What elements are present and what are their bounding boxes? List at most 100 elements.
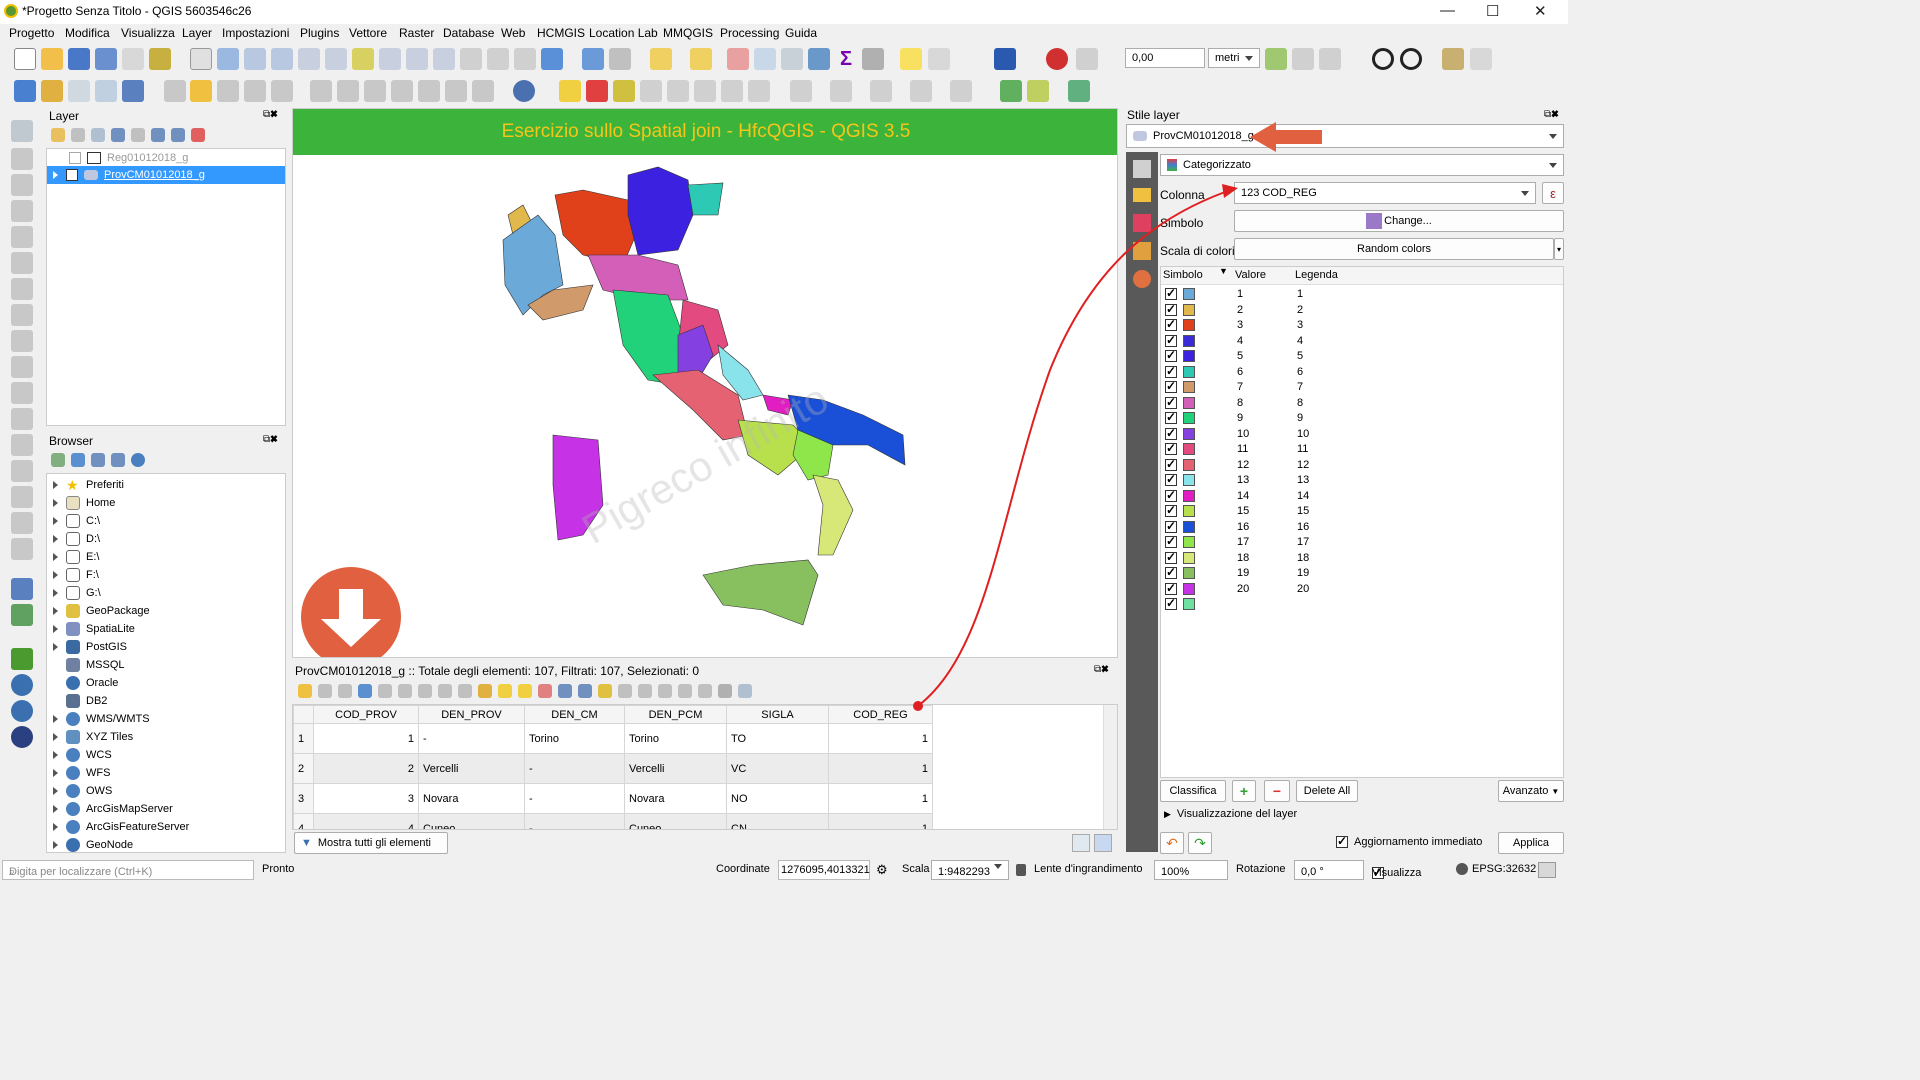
digitize-tool-12-icon[interactable] [11,408,33,430]
browser-item[interactable]: WCS [53,746,112,764]
reload-icon[interactable] [358,684,372,698]
table-row[interactable]: 2 2 Vercelli - Vercelli VC 1 [293,753,933,784]
delete-field-icon[interactable] [658,684,672,698]
diagram-icon[interactable] [586,80,608,102]
menu-vettore[interactable]: Vettore [349,26,387,40]
save-as-icon[interactable] [95,48,117,70]
polygon-digitize-icon[interactable] [950,80,972,102]
crs-globe-icon[interactable] [1456,863,1468,875]
browser-item[interactable]: WMS/WMTS [53,710,150,728]
change-label-icon[interactable] [721,80,743,102]
save-edits-icon[interactable] [217,80,239,102]
select-all-icon[interactable] [498,684,512,698]
menu-processing[interactable]: Processing [720,26,779,40]
paste-icon[interactable] [418,80,440,102]
plugin-left-4-icon[interactable] [11,674,33,696]
pin-labels-icon[interactable] [613,80,635,102]
show-all-features-button[interactable]: ▼ Mostra tutti gli elementi [294,832,448,854]
layer-item-provcm[interactable]: ProvCM01012018_g [47,166,285,184]
pan-to-selection-icon[interactable] [217,48,239,70]
menu-mmqgis[interactable]: MMQGIS [663,26,713,40]
cut-icon[interactable] [418,684,432,698]
temporal-icon[interactable] [514,48,536,70]
coordinate-toggle-icon[interactable]: ⚙ [876,862,888,878]
add-vector-icon[interactable] [41,80,63,102]
show-bookmarks-icon[interactable] [487,48,509,70]
menu-web[interactable]: Web [501,26,525,40]
table-row[interactable]: 3 3 Novara - Novara NO 1 [293,783,933,814]
plugin-yellow-icon[interactable] [1027,80,1049,102]
digitize-tool-14-icon[interactable] [11,460,33,482]
browser-item[interactable]: MSSQL [66,656,125,674]
snapping-icon[interactable] [1046,48,1068,70]
cut-icon[interactable] [364,80,386,102]
circle-digitize-icon[interactable] [870,80,892,102]
browser-item[interactable]: OWS [53,782,112,800]
trace-icon[interactable] [1265,48,1287,70]
digitize-tool-11-icon[interactable] [11,382,33,404]
close-button[interactable]: ✕ [1534,2,1547,20]
show-hide-labels-icon[interactable] [748,80,770,102]
style-manager-icon[interactable] [149,48,171,70]
invert-selection-icon[interactable] [518,684,532,698]
browser-item[interactable]: Oracle [66,674,118,692]
rotate-ccw-icon[interactable] [1400,48,1422,70]
apply-button[interactable]: Applica [1498,832,1564,854]
digitize-tool-1-icon[interactable] [11,120,33,142]
print-layout-icon[interactable] [122,48,144,70]
zoom-selection-icon[interactable] [352,48,374,70]
menu-visualizza[interactable]: Visualizza [121,26,175,40]
add-feature-icon[interactable] [378,684,392,698]
delete-feature-icon[interactable] [398,684,412,698]
browser-item[interactable]: ArcGisMapServer [53,800,173,818]
field-calc-icon[interactable] [678,684,692,698]
filter-icon[interactable] [558,684,572,698]
browser-item[interactable]: ★ Preferiti [53,476,124,494]
open-project-icon[interactable] [41,48,63,70]
select-by-value-icon[interactable] [690,48,712,70]
add-csv-icon[interactable] [68,80,90,102]
panel-float-close-icon[interactable]: ⧉✖ [263,434,278,445]
browser-item[interactable]: XYZ Tiles [53,728,133,746]
lock-icon[interactable] [1016,864,1026,876]
intersection-icon[interactable] [1319,48,1341,70]
panel-float-close-icon[interactable]: ⧉✖ [263,109,278,120]
filter-expression-icon[interactable] [131,128,145,142]
move-label-icon[interactable] [667,80,689,102]
row-number[interactable]: 1 [293,723,314,754]
digitize-tool-3-icon[interactable] [11,174,33,196]
refresh-browser-icon[interactable] [71,453,85,467]
menu-raster[interactable]: Raster [399,26,434,40]
zoom-next-icon[interactable] [433,48,455,70]
plugin-left-3-icon[interactable] [11,648,33,670]
pan-icon[interactable] [190,48,212,70]
select-expression-icon[interactable] [478,684,492,698]
redo-icon[interactable] [472,80,494,102]
zoom-out-icon[interactable] [271,48,293,70]
expression-button[interactable]: ε [1542,182,1564,204]
zoom-map-icon[interactable] [618,684,632,698]
remove-layer-icon[interactable] [191,128,205,142]
maximize-button[interactable]: ☐ [1486,2,1499,20]
table-row[interactable]: 4 4 Cuneo - Cuneo CN 1 [293,813,933,829]
locator-input[interactable]: ⌕ Digita per localizzare (Ctrl+K) [2,860,254,880]
plugin-add-icon[interactable] [1068,80,1090,102]
layer-select-combo[interactable]: ProvCM01012018_g [1126,124,1564,148]
rotate-label-icon[interactable] [694,80,716,102]
digitize-tool-9-icon[interactable] [11,330,33,352]
browser-item[interactable]: F:\ [53,566,99,584]
messages-icon[interactable] [1538,862,1556,878]
save-icon[interactable] [338,684,352,698]
current-edits-icon[interactable] [164,80,186,102]
column-header[interactable]: SIGLA [726,705,829,724]
deselect-all-icon[interactable] [538,684,552,698]
add-layer-icon[interactable] [14,80,36,102]
toggle-editing-icon[interactable] [190,80,212,102]
menu-database[interactable]: Database [443,26,494,40]
pan-map-icon[interactable] [598,684,612,698]
column-header[interactable]: COD_PROV [313,705,419,724]
digitize-tool-5-icon[interactable] [11,226,33,248]
database-icon[interactable] [513,80,535,102]
undo-icon[interactable] [445,80,467,102]
copy-icon[interactable] [438,684,452,698]
